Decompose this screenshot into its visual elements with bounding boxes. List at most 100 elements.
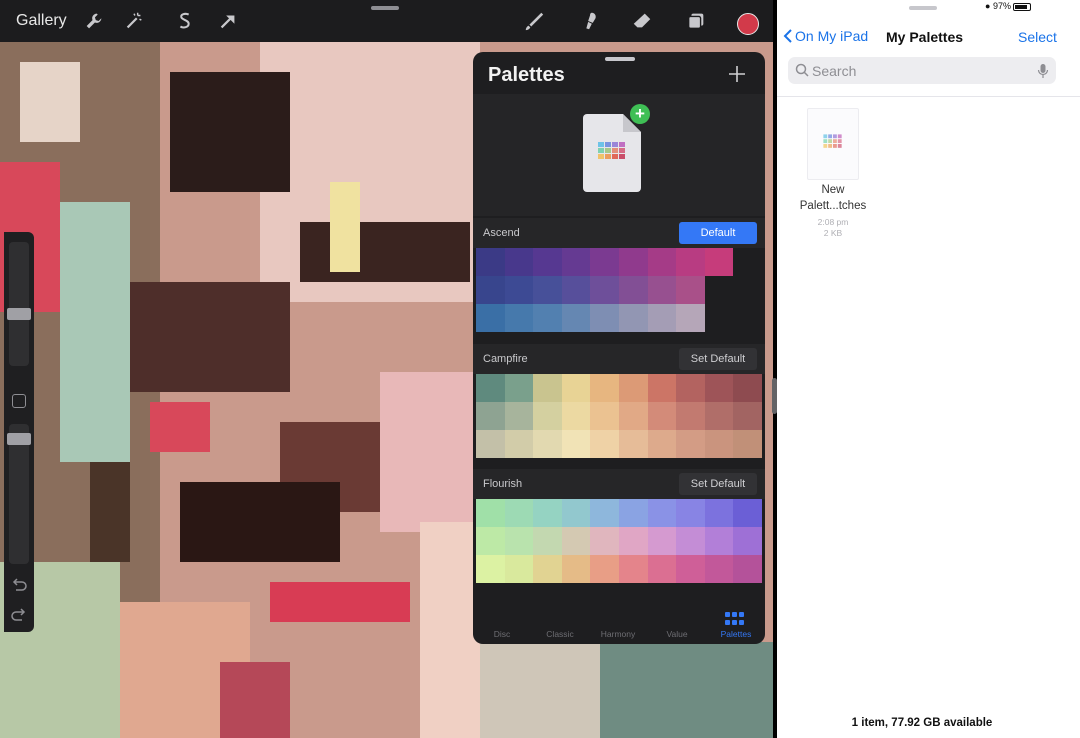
- tab-value[interactable]: Value: [648, 629, 706, 639]
- color-swatch[interactable]: [561, 374, 591, 402]
- color-swatch[interactable]: [561, 430, 591, 458]
- color-swatch[interactable]: [561, 304, 591, 332]
- color-swatch[interactable]: [705, 276, 734, 304]
- color-swatch[interactable]: [676, 304, 705, 332]
- brush-icon[interactable]: [522, 9, 546, 33]
- transform-arrow-icon[interactable]: [216, 9, 240, 33]
- color-swatch[interactable]: [476, 304, 505, 332]
- color-swatch[interactable]: [476, 555, 505, 583]
- undo-icon[interactable]: [10, 576, 28, 594]
- swatch-grid[interactable]: [476, 499, 762, 583]
- color-swatch[interactable]: [647, 402, 677, 430]
- color-swatch[interactable]: [590, 555, 619, 583]
- swatch-grid[interactable]: [476, 248, 762, 332]
- color-swatch[interactable]: [590, 527, 619, 555]
- color-swatch[interactable]: [504, 374, 534, 402]
- color-swatch[interactable]: [733, 304, 762, 332]
- color-swatch-button[interactable]: [737, 13, 759, 35]
- color-swatch[interactable]: [561, 248, 591, 276]
- color-swatch[interactable]: [618, 276, 648, 304]
- color-swatch[interactable]: [561, 555, 591, 583]
- tab-palettes[interactable]: Palettes: [707, 629, 765, 639]
- color-swatch[interactable]: [590, 499, 619, 527]
- eraser-icon[interactable]: [630, 9, 654, 33]
- brush-size-thumb[interactable]: [7, 308, 31, 320]
- select-button[interactable]: Select: [1018, 29, 1057, 45]
- color-swatch[interactable]: [618, 374, 648, 402]
- color-swatch[interactable]: [561, 276, 591, 304]
- color-swatch[interactable]: [618, 304, 648, 332]
- color-swatch[interactable]: [676, 555, 705, 583]
- color-swatch[interactable]: [533, 304, 562, 332]
- drag-handle[interactable]: [371, 6, 399, 10]
- color-swatch[interactable]: [733, 374, 762, 402]
- color-swatch[interactable]: [561, 527, 591, 555]
- color-swatch[interactable]: [504, 276, 534, 304]
- color-swatch[interactable]: [676, 248, 705, 276]
- microphone-icon[interactable]: [1037, 63, 1049, 79]
- color-swatch[interactable]: [561, 402, 591, 430]
- files-drag-handle[interactable]: [909, 6, 937, 10]
- color-swatch[interactable]: [533, 555, 562, 583]
- magic-wand-icon[interactable]: [122, 9, 146, 33]
- color-swatch[interactable]: [704, 374, 734, 402]
- palette-flourish[interactable]: Flourish Set Default: [473, 469, 765, 585]
- color-swatch[interactable]: [504, 555, 534, 583]
- palette-campfire[interactable]: Campfire Set Default: [473, 344, 765, 460]
- color-swatch[interactable]: [704, 499, 734, 527]
- color-swatch[interactable]: [733, 248, 762, 276]
- set-default-button[interactable]: Set Default: [679, 348, 757, 370]
- color-swatch[interactable]: [676, 402, 705, 430]
- wrench-icon[interactable]: [82, 9, 106, 33]
- color-swatch[interactable]: [590, 248, 619, 276]
- color-swatch[interactable]: [647, 555, 677, 583]
- tab-classic[interactable]: Classic: [531, 629, 589, 639]
- smudge-icon[interactable]: [578, 9, 602, 33]
- color-swatch[interactable]: [647, 248, 677, 276]
- color-swatch[interactable]: [476, 430, 505, 458]
- color-swatch[interactable]: [590, 276, 619, 304]
- color-swatch[interactable]: [733, 499, 762, 527]
- color-swatch[interactable]: [618, 402, 648, 430]
- panel-drag-handle[interactable]: [605, 57, 635, 61]
- color-swatch[interactable]: [704, 527, 734, 555]
- color-swatch[interactable]: [476, 402, 505, 430]
- color-swatch[interactable]: [504, 527, 534, 555]
- color-swatch[interactable]: [618, 527, 648, 555]
- color-swatch[interactable]: [504, 248, 534, 276]
- default-button[interactable]: Default: [679, 222, 757, 244]
- color-swatch[interactable]: [618, 499, 648, 527]
- layers-icon[interactable]: [684, 9, 708, 33]
- color-swatch[interactable]: [561, 499, 591, 527]
- color-swatch[interactable]: [504, 499, 534, 527]
- add-palette-button[interactable]: [725, 62, 749, 86]
- color-swatch[interactable]: [647, 276, 677, 304]
- gallery-button[interactable]: Gallery: [16, 12, 67, 30]
- color-swatch[interactable]: [647, 499, 677, 527]
- color-swatch[interactable]: [504, 304, 534, 332]
- back-button[interactable]: On My iPad: [783, 28, 868, 44]
- swatch-grid[interactable]: [476, 374, 762, 458]
- color-swatch[interactable]: [618, 248, 648, 276]
- color-swatch[interactable]: [533, 527, 562, 555]
- color-swatch[interactable]: [704, 430, 734, 458]
- color-swatch[interactable]: [704, 555, 734, 583]
- color-swatch[interactable]: [647, 430, 677, 458]
- color-swatch[interactable]: [618, 555, 648, 583]
- search-bar[interactable]: [788, 57, 1056, 84]
- color-swatch[interactable]: [533, 276, 562, 304]
- color-swatch[interactable]: [476, 374, 505, 402]
- color-swatch[interactable]: [476, 527, 505, 555]
- color-swatch[interactable]: [704, 248, 734, 276]
- brush-size-slider[interactable]: [9, 242, 29, 366]
- palette-ascend[interactable]: Ascend Default: [473, 218, 765, 334]
- color-swatch[interactable]: [590, 402, 619, 430]
- color-swatch[interactable]: [590, 374, 619, 402]
- color-swatch[interactable]: [733, 276, 762, 304]
- color-swatch[interactable]: [533, 402, 562, 430]
- color-swatch[interactable]: [733, 430, 762, 458]
- color-swatch[interactable]: [618, 430, 648, 458]
- redo-icon[interactable]: [10, 606, 28, 624]
- color-swatch[interactable]: [647, 304, 677, 332]
- opacity-thumb[interactable]: [7, 433, 31, 445]
